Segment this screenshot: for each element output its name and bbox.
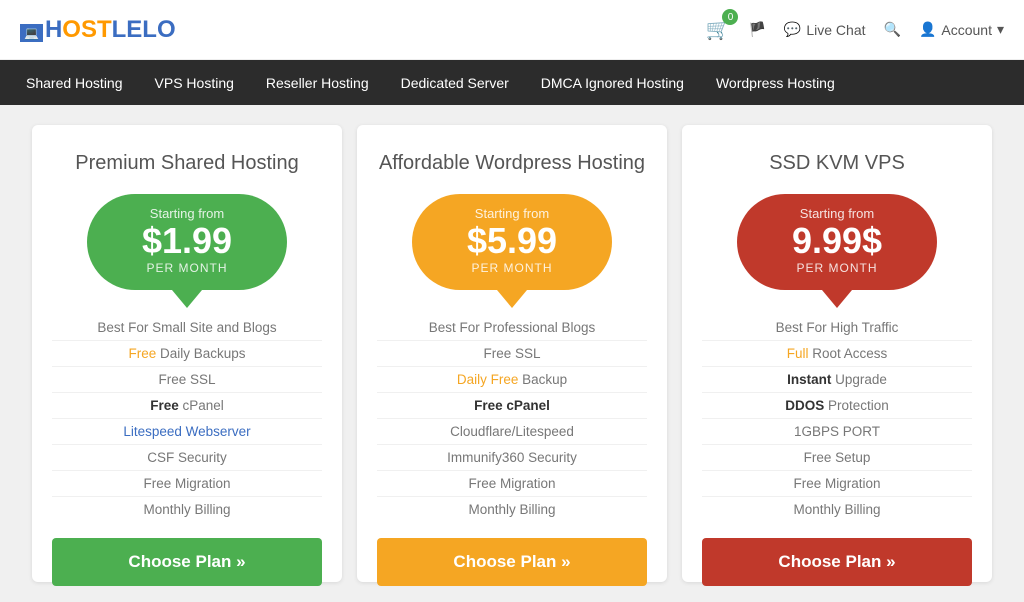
feature-item: 1GBPS PORT (702, 419, 972, 445)
shared-hosting-card: Premium Shared Hosting Starting from $1.… (32, 125, 342, 582)
vps-period: PER MONTH (767, 261, 907, 275)
shared-starting-from: Starting from (117, 206, 257, 221)
litespeed-label: Litespeed Webserver (123, 424, 250, 439)
live-chat-label: Live Chat (806, 22, 865, 38)
wp-price: $5.99 (442, 223, 582, 259)
feature-item: Free SSL (52, 367, 322, 393)
feature-item: Free SSL (377, 341, 647, 367)
wordpress-hosting-card: Affordable Wordpress Hosting Starting fr… (357, 125, 667, 582)
free-cpanel-label: Free cPanel (474, 398, 550, 413)
ddos-label: DDOS (785, 398, 824, 413)
wp-starting-from: Starting from (442, 206, 582, 221)
feature-item: Free Migration (702, 471, 972, 497)
wp-period: PER MONTH (442, 261, 582, 275)
logo-icon: 💻 (20, 24, 43, 42)
feature-item: Monthly Billing (377, 497, 647, 522)
feature-item: Best For Professional Blogs (377, 315, 647, 341)
feature-item: Full Root Access (702, 341, 972, 367)
feature-item: DDOS Protection (702, 393, 972, 419)
nav-item-dedicated-server[interactable]: Dedicated Server (385, 60, 525, 105)
feature-item: Immunify360 Security (377, 445, 647, 471)
flag-icon: 🏴 (748, 21, 765, 38)
feature-item: Best For Small Site and Blogs (52, 315, 322, 341)
feature-item: Free Daily Backups (52, 341, 322, 367)
free-label: Free (150, 398, 179, 413)
shared-choose-plan-button[interactable]: Choose Plan » (52, 538, 322, 586)
chat-icon: 💬 (784, 21, 801, 38)
vps-card: SSD KVM VPS Starting from 9.99$ PER MONT… (682, 125, 992, 582)
instant-label: Instant (787, 372, 831, 387)
daily-free-label: Daily Free (457, 372, 519, 387)
search-icon: 🔍 (884, 21, 901, 38)
live-chat-button[interactable]: 💬 Live Chat (784, 21, 866, 38)
vps-features-list: Best For High Traffic Full Root Access I… (702, 315, 972, 522)
vps-price-bubble: Starting from 9.99$ PER MONTH (737, 194, 937, 290)
feature-item: Instant Upgrade (702, 367, 972, 393)
full-label: Full (787, 346, 809, 361)
feature-item: Daily Free Backup (377, 367, 647, 393)
account-button[interactable]: 👤 Account ▾ (919, 21, 1004, 38)
feature-item: Free Setup (702, 445, 972, 471)
header: 💻HOSTLELO 🛒 0 🏴 💬 Live Chat 🔍 👤 Account … (0, 0, 1024, 60)
feature-item: Free cPanel (52, 393, 322, 419)
feature-item: Monthly Billing (702, 497, 972, 522)
nav-item-shared-hosting[interactable]: Shared Hosting (10, 60, 139, 105)
header-right: 🛒 0 🏴 💬 Live Chat 🔍 👤 Account ▾ (706, 17, 1004, 42)
wordpress-choose-plan-button[interactable]: Choose Plan » (377, 538, 647, 586)
shared-price: $1.99 (117, 223, 257, 259)
wordpress-hosting-title: Affordable Wordpress Hosting (379, 150, 645, 176)
search-button[interactable]: 🔍 (884, 21, 901, 38)
vps-choose-plan-button[interactable]: Choose Plan » (702, 538, 972, 586)
shared-hosting-price-bubble: Starting from $1.99 PER MONTH (87, 194, 287, 290)
cart-count: 0 (722, 9, 738, 25)
nav-item-vps-hosting[interactable]: VPS Hosting (139, 60, 250, 105)
shared-hosting-title: Premium Shared Hosting (75, 150, 298, 176)
main-nav: Shared Hosting VPS Hosting Reseller Host… (0, 60, 1024, 105)
account-label: Account (941, 22, 992, 38)
chevron-down-icon: ▾ (997, 21, 1004, 38)
feature-item: Litespeed Webserver (52, 419, 322, 445)
free-label: Free (128, 346, 156, 361)
wordpress-features-list: Best For Professional Blogs Free SSL Dai… (377, 315, 647, 522)
nav-item-wordpress-hosting[interactable]: Wordpress Hosting (700, 60, 851, 105)
feature-item: Best For High Traffic (702, 315, 972, 341)
vps-starting-from: Starting from (767, 206, 907, 221)
nav-item-reseller-hosting[interactable]: Reseller Hosting (250, 60, 385, 105)
main-content: Premium Shared Hosting Starting from $1.… (0, 105, 1024, 602)
feature-item: Monthly Billing (52, 497, 322, 522)
wordpress-price-bubble: Starting from $5.99 PER MONTH (412, 194, 612, 290)
cart-badge-container[interactable]: 🛒 0 (706, 17, 731, 42)
feature-item: Free cPanel (377, 393, 647, 419)
shared-features-list: Best For Small Site and Blogs Free Daily… (52, 315, 322, 522)
shared-period: PER MONTH (117, 261, 257, 275)
feature-item: Free Migration (52, 471, 322, 497)
feature-item: CSF Security (52, 445, 322, 471)
feature-item: Free Migration (377, 471, 647, 497)
logo[interactable]: 💻HOSTLELO (20, 16, 176, 44)
feature-item: Cloudflare/Litespeed (377, 419, 647, 445)
vps-price: 9.99$ (767, 223, 907, 259)
nav-item-dmca-hosting[interactable]: DMCA Ignored Hosting (525, 60, 700, 105)
vps-title: SSD KVM VPS (769, 150, 905, 176)
user-icon: 👤 (919, 21, 936, 38)
flag-icon-container[interactable]: 🏴 (748, 21, 765, 38)
